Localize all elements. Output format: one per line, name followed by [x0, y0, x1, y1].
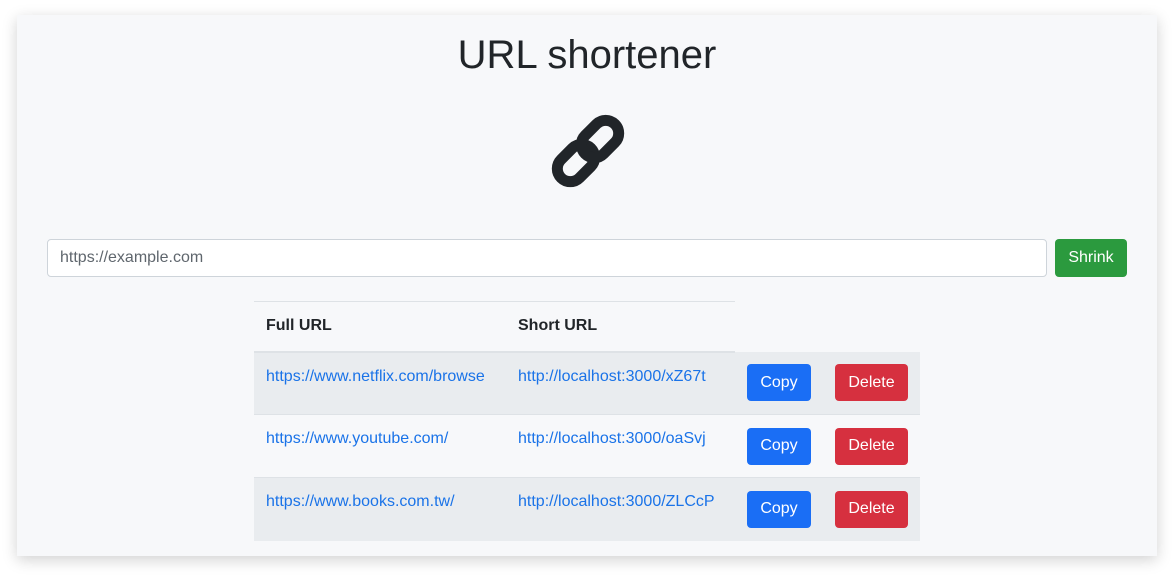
delete-button[interactable]: Delete: [835, 490, 908, 528]
full-url-link[interactable]: https://www.netflix.com/browse: [266, 368, 485, 385]
short-url-link[interactable]: http://localhost:3000/ZLCcP: [518, 493, 715, 510]
header-empty: [735, 302, 823, 352]
header-full-url: Full URL: [254, 301, 506, 353]
shrink-button[interactable]: Shrink: [1055, 239, 1127, 277]
delete-button[interactable]: Delete: [835, 427, 908, 465]
main-card: URL shortener Shrink Full URL Short URL …: [17, 15, 1157, 556]
page-title: URL shortener: [457, 33, 717, 77]
short-url-link[interactable]: http://localhost:3000/xZ67t: [518, 368, 706, 385]
table-row: https://www.books.com.tw/ http://localho…: [254, 477, 920, 541]
copy-button[interactable]: Copy: [747, 364, 811, 402]
copy-button[interactable]: Copy: [747, 490, 811, 528]
url-input[interactable]: [47, 239, 1047, 277]
link-icon: [551, 114, 625, 188]
url-table: Full URL Short URL https://www.netflix.c…: [254, 301, 920, 541]
short-url-link[interactable]: http://localhost:3000/oaSvj: [518, 430, 706, 447]
copy-button[interactable]: Copy: [747, 427, 811, 465]
full-url-link[interactable]: https://www.youtube.com/: [266, 430, 448, 447]
table-row: https://www.netflix.com/browse http://lo…: [254, 351, 920, 415]
header-short-url: Short URL: [506, 301, 735, 353]
table-row: https://www.youtube.com/ http://localhos…: [254, 414, 920, 478]
delete-button[interactable]: Delete: [835, 364, 908, 402]
table-header-row: Full URL Short URL: [254, 301, 920, 353]
header-empty: [823, 302, 920, 352]
full-url-link[interactable]: https://www.books.com.tw/: [266, 493, 455, 510]
